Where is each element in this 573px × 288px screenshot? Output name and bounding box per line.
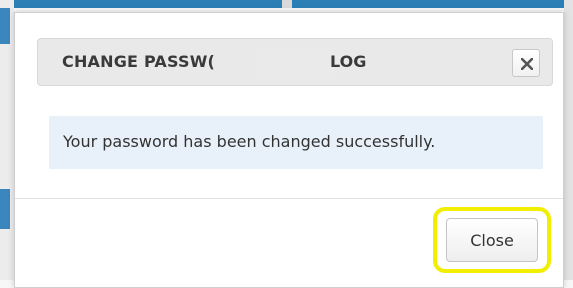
background-right-edge bbox=[564, 0, 573, 280]
title-occluded-area bbox=[256, 47, 334, 79]
change-password-dialog: CHANGE PASSW( LOG Your password has been… bbox=[14, 12, 564, 288]
dialog-title-tail: LOG bbox=[330, 52, 367, 71]
background-strip-gap bbox=[282, 0, 292, 8]
dialog-header: CHANGE PASSW( LOG bbox=[37, 38, 553, 86]
close-button[interactable]: Close bbox=[446, 218, 538, 262]
dialog-title: CHANGE PASSW( bbox=[62, 52, 216, 71]
dialog-close-x-button[interactable] bbox=[512, 49, 540, 77]
background-left-accent bbox=[0, 8, 10, 44]
footer-divider bbox=[15, 198, 563, 199]
success-message: Your password has been changed successfu… bbox=[63, 132, 436, 151]
success-alert: Your password has been changed successfu… bbox=[49, 116, 543, 169]
close-x-icon bbox=[521, 58, 533, 70]
background-left-accent bbox=[0, 189, 10, 229]
